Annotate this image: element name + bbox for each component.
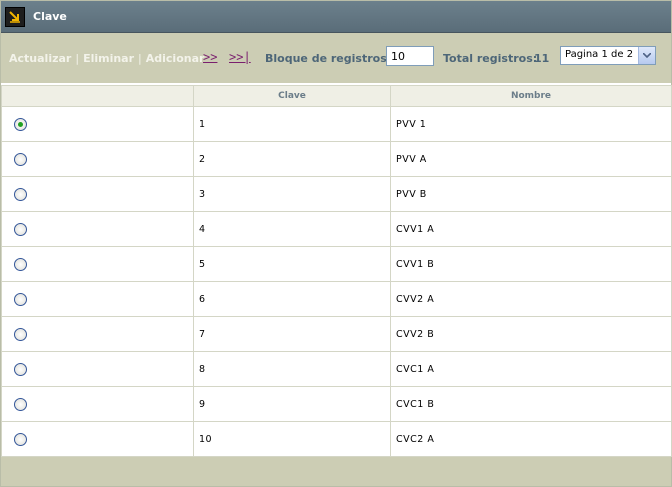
select-cell [1,106,194,142]
table-row[interactable]: 1 PVV 1 [1,106,672,142]
clave-cell: 8 [193,351,391,387]
table-body: 1 PVV 1 2 PVV A 3 PVV B 4 CVV1 A 5 CVV1 B 6 CVV2 A7… [1,106,672,457]
clave-cell: 5 [193,246,391,282]
block-size-input[interactable] [386,46,434,66]
nombre-cell: CVC2 A [390,421,672,457]
row-radio-button[interactable] [14,152,27,166]
refresh-link[interactable]: Actualizar [9,52,71,65]
nombre-cell: CVC1 A [390,351,672,387]
select-cell [1,176,194,212]
corner-arrow-icon [5,7,25,27]
select-cell [1,211,194,247]
select-cell [1,386,194,422]
nombre-cell: CVV2 A [390,281,672,317]
select-cell [1,246,194,282]
separator: | [75,52,80,65]
clave-cell: 9 [193,386,391,422]
table-row[interactable]: 10 CVC2 A [1,421,672,457]
nombre-column-header[interactable]: Nombre [390,85,672,107]
header-row: Clave Nombre [1,85,672,107]
nombre-cell: CVV1 A [390,211,672,247]
last-page-link[interactable]: >>| [229,50,251,64]
nombre-cell: CVV2 B [390,316,672,352]
clave-column-header[interactable]: Clave [193,85,391,107]
select-column-header [1,85,194,107]
table-row[interactable]: 5 CVV1 B [1,246,672,282]
clave-cell: 2 [193,141,391,177]
row-radio-button[interactable] [14,222,27,236]
row-radio-button[interactable] [14,362,27,376]
clave-cell: 3 [193,176,391,212]
clave-cell: 4 [193,211,391,247]
next-page-link[interactable]: >> [203,50,217,64]
select-cell [1,316,194,352]
row-radio-button[interactable] [14,257,27,271]
clave-cell: 1 [193,106,391,142]
total-label: Total registros: [443,52,538,65]
title-bar: Clave [1,1,671,33]
nombre-cell: CVV1 B [390,246,672,282]
select-cell [1,141,194,177]
row-radio-button[interactable] [14,397,27,411]
row-radio-button[interactable] [14,292,27,306]
page-select-value: Pagina 1 de 2 [565,49,634,60]
nombre-cell: PVV B [390,176,672,212]
select-cell [1,421,194,457]
select-cell [1,351,194,387]
table-row[interactable]: 2 PVV A [1,141,672,177]
delete-link[interactable]: Eliminar [83,52,134,65]
table-row[interactable]: 7 CVV2 B [1,316,672,352]
total-value: 11 [534,52,550,65]
block-label: Bloque de registros: [265,52,392,65]
table-row[interactable]: 9 CVC1 B [1,386,672,422]
records-table: Clave Nombre 1 PVV 1 2 PVV A 3 PVV B 4 CVV1 A5C… [1,85,672,457]
footer-bar [1,457,671,486]
nombre-cell: CVC1 B [390,386,672,422]
row-radio-button[interactable] [14,117,27,131]
nombre-cell: PVV 1 [390,106,672,142]
nombre-cell: PVV A [390,141,672,177]
window-title: Clave [33,10,67,23]
row-radio-button[interactable] [14,327,27,341]
add-link[interactable]: Adicionar [146,52,205,65]
separator: | [138,52,142,65]
window-frame: Clave Actualizar | Eliminar | Adicionar >> >… [0,0,672,487]
action-links: Actualizar | Eliminar | Adicionar [9,52,204,65]
clave-cell: 7 [193,316,391,352]
table-row[interactable]: 8 CVC1 A [1,351,672,387]
page-select[interactable]: Pagina 1 de 2 [560,46,656,65]
table-row[interactable]: 4 CVV1 A [1,211,672,247]
row-radio-button[interactable] [14,432,27,446]
table-row[interactable]: 3 PVV B [1,176,672,212]
toolbar: Actualizar | Eliminar | Adicionar >> >>| Blo… [1,33,671,83]
clave-cell: 6 [193,281,391,317]
table-row[interactable]: 6 CVV2 A [1,281,672,317]
select-cell [1,281,194,317]
row-radio-button[interactable] [14,187,27,201]
clave-cell: 10 [193,421,391,457]
chevron-down-icon[interactable] [638,47,655,64]
